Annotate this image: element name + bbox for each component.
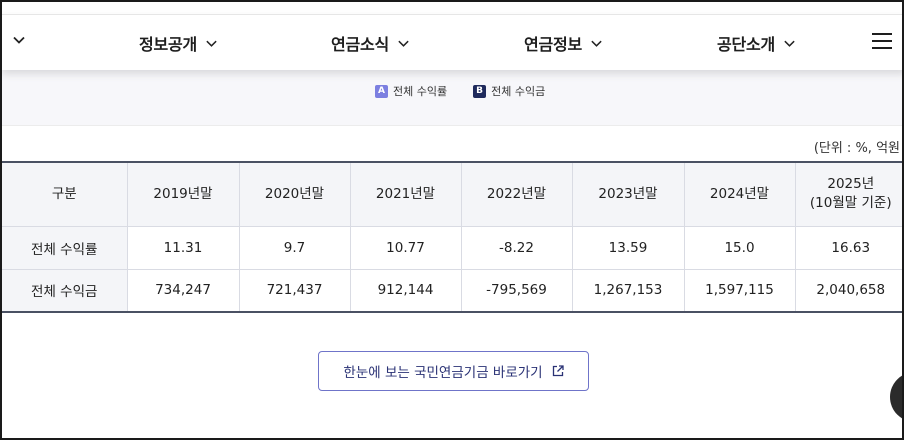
table-cell: 721,437 (238, 268, 351, 313)
legend-label: 전체 수익금 (491, 85, 546, 98)
nav-item-label: 연금정보 (524, 35, 583, 54)
link-button-label: 한눈에 보는 국민연금기금 바로가기 (343, 365, 543, 381)
chevron-down-icon[interactable] (12, 33, 26, 47)
table-cell: 13.59 (571, 225, 685, 270)
nav-item-info-disclosure[interactable]: 정보공개 (139, 31, 218, 55)
page-frame: 정보공개 연금소식 연금정보 공단소개 A 전체 수익률 B 전체 수익금 (단… (0, 0, 904, 440)
floating-action-button[interactable] (890, 372, 902, 422)
fund-overview-link-button[interactable]: 한눈에 보는 국민연금기금 바로가기 (318, 351, 589, 391)
table-cell: -8.22 (460, 225, 573, 270)
external-link-icon (552, 365, 564, 377)
table-cell: 10.77 (349, 225, 462, 270)
header-year-basis: (10월말 기준) (809, 195, 892, 212)
table-cell: 9.7 (238, 225, 351, 270)
nav-item-about[interactable]: 공단소개 (717, 31, 796, 55)
unit-note: (단위 : %, 억원 (813, 141, 900, 156)
table-cell: 912,144 (349, 268, 462, 313)
nav-item-label: 정보공개 (139, 35, 198, 54)
chart-legend: A 전체 수익률 B 전체 수익금 (375, 83, 545, 99)
table-cell: -795,569 (460, 268, 573, 313)
row-label: 전체 수익금 (2, 268, 128, 313)
nav-item-pension-info[interactable]: 연금정보 (524, 31, 603, 55)
header-year: 2022년말 (460, 161, 573, 227)
legend-entry-total-return-rate: A 전체 수익률 (375, 83, 447, 99)
hamburger-menu-icon[interactable] (872, 33, 892, 49)
chevron-down-icon (398, 40, 409, 47)
table-cell: 734,247 (126, 268, 240, 313)
header-year: 2023년말 (571, 161, 685, 227)
header-year: 2024년말 (683, 161, 796, 227)
table-cell: 11.31 (126, 225, 240, 270)
legend-entry-total-return-amount: B 전체 수익금 (473, 83, 545, 99)
chevron-down-icon (784, 40, 795, 47)
table-cell: 16.63 (794, 225, 902, 270)
returns-table: 구분 2019년말 2020년말 2021년말 2022년말 2023년말 20… (2, 161, 902, 313)
header-year: 2020년말 (238, 161, 351, 227)
legend-label: 전체 수익률 (393, 85, 448, 98)
table-row: 전체 수익금 734,247 721,437 912,144 -795,569 … (2, 268, 902, 313)
nav-item-pension-news[interactable]: 연금소식 (331, 31, 410, 55)
chart-legend-area: A 전체 수익률 B 전체 수익금 (2, 70, 902, 126)
chevron-down-icon (206, 40, 217, 47)
table-row: 전체 수익률 11.31 9.7 10.77 -8.22 13.59 15.0 … (2, 225, 902, 270)
nav-item-label: 연금소식 (331, 35, 390, 54)
legend-badge-a: A (375, 84, 388, 98)
table-header-row: 구분 2019년말 2020년말 2021년말 2022년말 2023년말 20… (2, 161, 902, 227)
header-year-current: 2025년 (10월말 기준) (794, 161, 902, 227)
top-navigation: 정보공개 연금소식 연금정보 공단소개 (2, 14, 902, 70)
header-year: 2021년말 (349, 161, 462, 227)
table-cell: 2,040,658 (794, 268, 902, 313)
header-year-line: 2025년 (827, 176, 875, 193)
legend-badge-b: B (473, 84, 487, 98)
chevron-down-icon (591, 40, 602, 47)
nav-item-label: 공단소개 (717, 35, 776, 54)
table-cell: 15.0 (683, 225, 796, 270)
header-category: 구분 (2, 161, 128, 227)
row-label: 전체 수익률 (2, 225, 128, 270)
header-year: 2019년말 (126, 161, 240, 227)
table-cell: 1,597,115 (683, 268, 796, 313)
table-cell: 1,267,153 (571, 268, 685, 313)
